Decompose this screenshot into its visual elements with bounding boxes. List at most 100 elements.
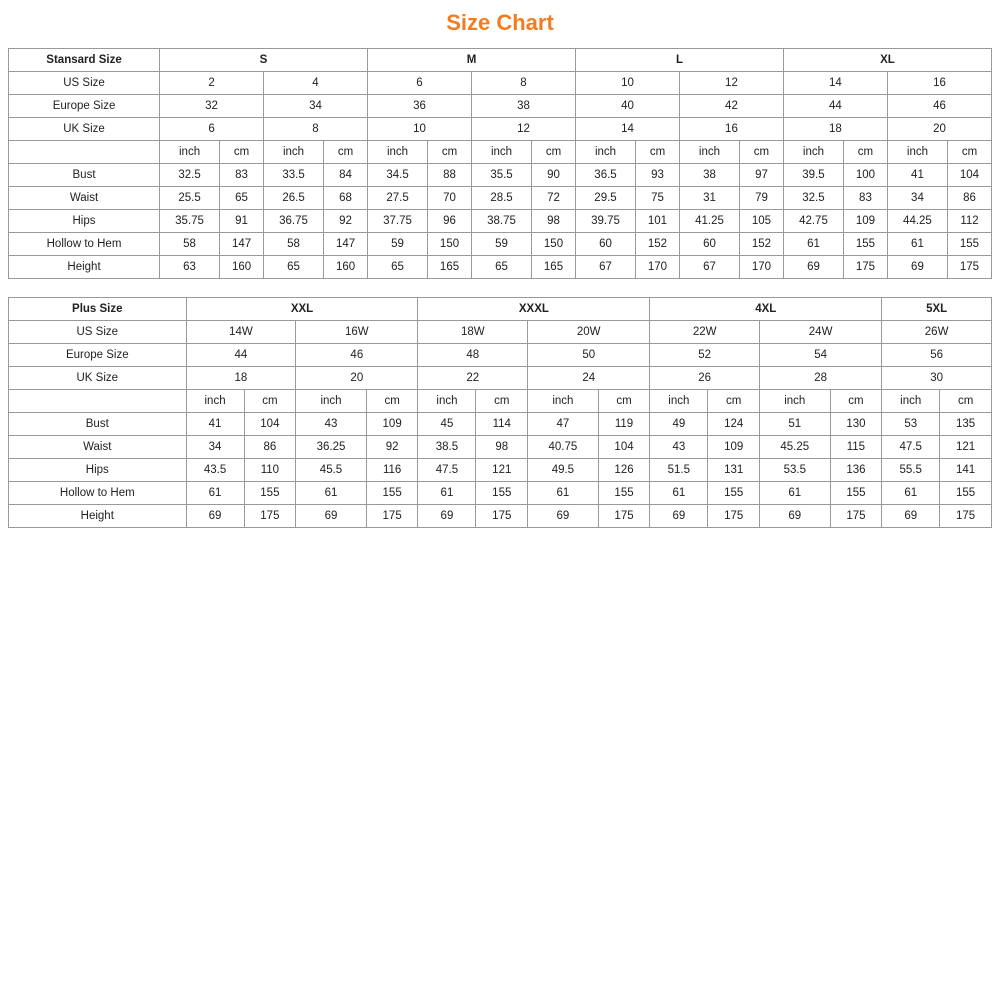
ht-5: 165 [428, 256, 472, 279]
waist-0: 25.5 [160, 187, 220, 210]
t1-unit-8: inch [575, 141, 635, 164]
4xl-header: 4XL [650, 298, 882, 321]
eu-s2: 34 [264, 95, 368, 118]
p-ht-6: 69 [528, 505, 599, 528]
h2h-10: 60 [679, 233, 739, 256]
uk-s1: 6 [160, 118, 264, 141]
p-bust-10: 51 [759, 413, 830, 436]
waist-6: 28.5 [471, 187, 531, 210]
uk-size-label: UK Size [9, 118, 160, 141]
p-h2h-2: 61 [296, 482, 367, 505]
plus-unit-empty [9, 390, 187, 413]
p-us-1: 16W [296, 321, 418, 344]
plus-uk-size-label: UK Size [9, 367, 187, 390]
p-hips-3: 116 [366, 459, 418, 482]
ht-11: 170 [740, 256, 784, 279]
p-h2h-10: 61 [759, 482, 830, 505]
h2h-14: 61 [887, 233, 947, 256]
p-waist-9: 109 [708, 436, 760, 459]
bust-9: 93 [636, 164, 680, 187]
ht-10: 67 [679, 256, 739, 279]
unit-empty [9, 141, 160, 164]
t1-unit-12: inch [783, 141, 843, 164]
p-bust-6: 47 [528, 413, 599, 436]
p-bust-12: 53 [882, 413, 940, 436]
ht-15: 175 [947, 256, 991, 279]
p-bust-0: 41 [186, 413, 244, 436]
h2h-5: 150 [428, 233, 472, 256]
uk-m1: 10 [368, 118, 472, 141]
p-unit-0: inch [186, 390, 244, 413]
p-us-0: 14W [186, 321, 296, 344]
p-ht-12: 69 [882, 505, 940, 528]
standard-size-table: Stansard Size S M L XL US Size 2 4 6 8 1… [8, 48, 992, 279]
hollow-hem-label: Hollow to Hem [9, 233, 160, 256]
waist-10: 31 [679, 187, 739, 210]
h2h-15: 155 [947, 233, 991, 256]
p-bust-11: 130 [830, 413, 882, 436]
ht-4: 65 [368, 256, 428, 279]
p-h2h-5: 155 [476, 482, 528, 505]
uk-l1: 14 [575, 118, 679, 141]
us-xl1: 14 [783, 72, 887, 95]
p-h2h-1: 155 [244, 482, 296, 505]
p-waist-12: 47.5 [882, 436, 940, 459]
t1-unit-0: inch [160, 141, 220, 164]
t1-unit-5: cm [428, 141, 472, 164]
uk-s2: 8 [264, 118, 368, 141]
hips-3: 92 [324, 210, 368, 233]
p-hips-2: 45.5 [296, 459, 367, 482]
ht-6: 65 [471, 256, 531, 279]
ht-2: 65 [264, 256, 324, 279]
bust-12: 39.5 [783, 164, 843, 187]
eu-l1: 40 [575, 95, 679, 118]
p-eu-3: 50 [528, 344, 650, 367]
eu-m2: 38 [471, 95, 575, 118]
h2h-1: 147 [220, 233, 264, 256]
p-waist-10: 45.25 [759, 436, 830, 459]
hips-11: 105 [740, 210, 784, 233]
p-h2h-7: 155 [598, 482, 650, 505]
p-hips-1: 110 [244, 459, 296, 482]
t1-unit-10: inch [679, 141, 739, 164]
t1-unit-7: cm [532, 141, 576, 164]
p-unit-5: cm [476, 390, 528, 413]
xxxl-header: XXXL [418, 298, 650, 321]
bust-10: 38 [679, 164, 739, 187]
t1-unit-14: inch [887, 141, 947, 164]
p-bust-1: 104 [244, 413, 296, 436]
h2h-2: 58 [264, 233, 324, 256]
h2h-0: 58 [160, 233, 220, 256]
waist-4: 27.5 [368, 187, 428, 210]
waist-5: 70 [428, 187, 472, 210]
m-header: M [368, 49, 576, 72]
plus-hollow-hem-label: Hollow to Hem [9, 482, 187, 505]
p-unit-13: cm [940, 390, 992, 413]
s-header: S [160, 49, 368, 72]
hips-14: 44.25 [887, 210, 947, 233]
p-bust-7: 119 [598, 413, 650, 436]
p-us-2: 18W [418, 321, 528, 344]
p-bust-2: 43 [296, 413, 367, 436]
ht-0: 63 [160, 256, 220, 279]
uk-l2: 16 [679, 118, 783, 141]
bust-7: 90 [532, 164, 576, 187]
p-unit-7: cm [598, 390, 650, 413]
p-ht-2: 69 [296, 505, 367, 528]
t1-unit-2: inch [264, 141, 324, 164]
p-h2h-3: 155 [366, 482, 418, 505]
p-uk-2: 22 [418, 367, 528, 390]
ht-12: 69 [783, 256, 843, 279]
p-uk-4: 26 [650, 367, 760, 390]
hips-5: 96 [428, 210, 472, 233]
waist-label: Waist [9, 187, 160, 210]
plus-size-table: Plus Size XXL XXXL 4XL 5XL US Size 14W 1… [8, 297, 992, 528]
waist-7: 72 [532, 187, 576, 210]
p-uk-1: 20 [296, 367, 418, 390]
t1-unit-3: cm [324, 141, 368, 164]
p-hips-6: 49.5 [528, 459, 599, 482]
waist-2: 26.5 [264, 187, 324, 210]
hips-15: 112 [947, 210, 991, 233]
us-l1: 10 [575, 72, 679, 95]
p-bust-9: 124 [708, 413, 760, 436]
